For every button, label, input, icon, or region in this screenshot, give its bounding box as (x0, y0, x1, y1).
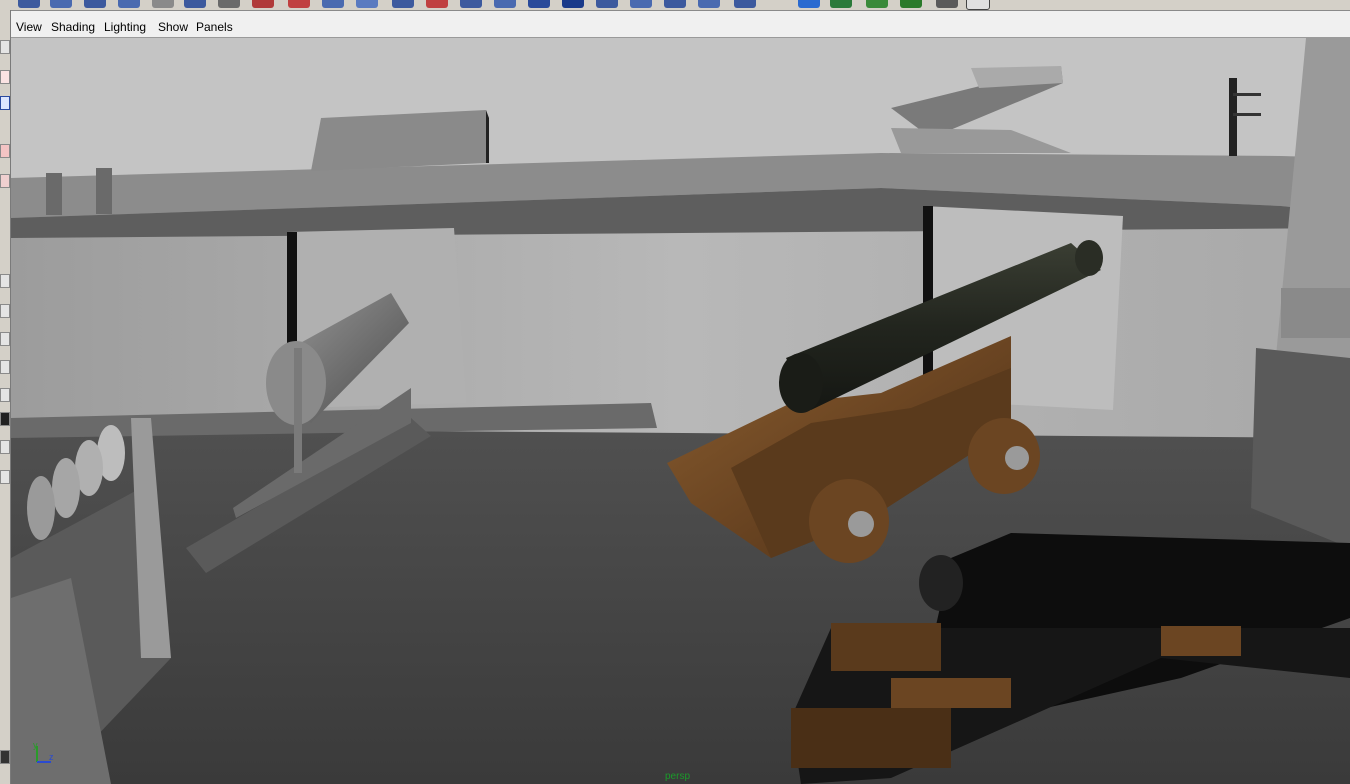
perspective-viewport[interactable]: y z persp (11, 38, 1350, 784)
shelf-tool-icon[interactable] (84, 0, 106, 8)
layout-four-icon[interactable] (0, 304, 10, 318)
shelf-tool-icon[interactable] (562, 0, 584, 8)
menu-show[interactable]: Show (158, 20, 188, 34)
shelf-tool-icon[interactable] (184, 0, 206, 8)
shelf-tool-icon[interactable] (596, 0, 618, 8)
layout-single-icon[interactable] (0, 274, 10, 288)
shelf-toolbar (0, 0, 1350, 11)
shelf-tool-icon[interactable] (392, 0, 414, 8)
shelf-tool-icon[interactable] (630, 0, 652, 8)
shelf-tool-icon[interactable] (494, 0, 516, 8)
menu-view[interactable]: View (16, 20, 42, 34)
axis-z-label: z (49, 752, 54, 762)
layout-outliner-icon[interactable] (0, 360, 10, 374)
shelf-tool-icon[interactable] (426, 0, 448, 8)
shelf-tool-icon[interactable] (18, 0, 40, 8)
shelf-tool-icon[interactable] (866, 0, 888, 8)
shelf-tool-icon[interactable] (322, 0, 344, 8)
shelf-tool-icon[interactable] (460, 0, 482, 8)
shelf-tool-icon[interactable] (830, 0, 852, 8)
shelf-tool-icon[interactable] (798, 0, 820, 8)
shelf-tool-icon[interactable] (152, 0, 174, 8)
scene-render (11, 38, 1350, 784)
shelf-tool-icon[interactable] (218, 0, 240, 8)
tool-box (0, 10, 11, 784)
layout-render-icon[interactable] (0, 440, 10, 454)
camera-name-label: persp (665, 771, 691, 782)
panel-menu-bar: View Shading Lighting Show Panels (11, 11, 1350, 38)
shelf-tool-icon[interactable] (118, 0, 140, 8)
shelf-tool-icon[interactable] (356, 0, 378, 8)
shelf-tool-icon[interactable] (900, 0, 922, 8)
layout-graph-icon[interactable] (0, 388, 10, 402)
rotate-tool-icon[interactable] (0, 144, 10, 158)
menu-shading[interactable]: Shading (51, 20, 95, 34)
scale-tool-icon[interactable] (0, 174, 10, 188)
axis-y-label: y (33, 740, 38, 750)
shelf-tool-icon[interactable] (966, 0, 990, 10)
menu-panels[interactable]: Panels (196, 20, 233, 34)
move-tool-icon[interactable] (0, 96, 10, 110)
shelf-tool-icon[interactable] (698, 0, 720, 8)
lasso-tool-icon[interactable] (0, 70, 10, 84)
shelf-tool-icon[interactable] (288, 0, 310, 8)
shelf-tool-icon[interactable] (252, 0, 274, 8)
shelf-tool-icon[interactable] (528, 0, 550, 8)
layout-extra-icon[interactable] (0, 750, 10, 764)
shelf-tool-icon[interactable] (664, 0, 686, 8)
select-tool-icon[interactable] (0, 40, 10, 54)
layout-hypershade-icon[interactable] (0, 412, 10, 426)
menu-lighting[interactable]: Lighting (104, 20, 146, 34)
layout-persp-icon[interactable] (0, 332, 10, 346)
layout-script-icon[interactable] (0, 470, 10, 484)
shelf-tool-icon[interactable] (734, 0, 756, 8)
shelf-tool-icon[interactable] (936, 0, 958, 8)
shelf-tool-icon[interactable] (50, 0, 72, 8)
